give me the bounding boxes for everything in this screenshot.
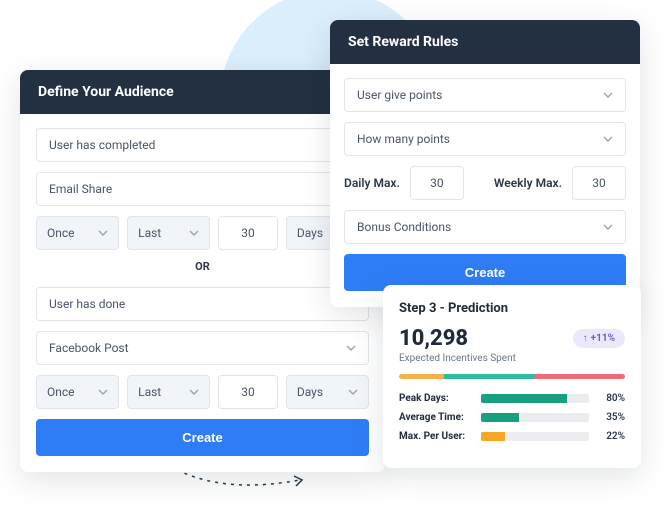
audience-action-select-1[interactable]: Email Share [36, 172, 369, 206]
metric-label: Peak Days: [399, 393, 473, 404]
metric-label: Average Time: [399, 412, 473, 423]
bonus-conditions-select[interactable]: Bonus Conditions [344, 210, 626, 244]
weekly-max-input[interactable]: 30 [572, 166, 626, 200]
metric-row: Max. Per User: 22% [399, 431, 625, 442]
select-value: How many points [357, 132, 450, 146]
daily-max-input[interactable]: 30 [410, 166, 464, 200]
or-divider: OR [36, 260, 369, 273]
gradient-bar [399, 374, 625, 379]
number-input[interactable]: 30 [218, 375, 278, 409]
prediction-title: Step 3 - Prediction [399, 301, 625, 316]
chevron-down-icon [603, 136, 613, 142]
audience-condition-select-2[interactable]: User has done [36, 287, 369, 321]
frequency-select[interactable]: Once [36, 216, 119, 250]
metrics-list: Peak Days: 80% Average Time: 35% Max. Per Us… [399, 393, 625, 442]
metric-label: Max. Per User: [399, 431, 473, 442]
chevron-down-icon [346, 345, 356, 351]
bar-fill [481, 432, 505, 441]
chevron-down-icon [98, 230, 108, 236]
metric-row: Average Time: 35% [399, 412, 625, 423]
chevron-down-icon [603, 224, 613, 230]
bar-fill [481, 394, 567, 403]
reward-amount-select[interactable]: How many points [344, 122, 626, 156]
metric-value: 22% [597, 431, 625, 442]
change-badge: ↑ +11% [573, 329, 625, 348]
select-value: User give points [357, 88, 442, 102]
chevron-down-icon [603, 92, 613, 98]
daily-max-label: Daily Max. [344, 176, 400, 190]
chevron-down-icon [189, 230, 199, 236]
audience-create-button[interactable]: Create [36, 419, 369, 456]
chevron-down-icon [348, 389, 358, 395]
metric-value: 35% [597, 412, 625, 423]
bar-fill [481, 413, 519, 422]
bar-track [481, 394, 589, 403]
chevron-down-icon [98, 389, 108, 395]
prediction-value: 10,298 [399, 326, 468, 351]
arrow-up-icon: ↑ [583, 333, 588, 344]
weekly-max-label: Weekly Max. [494, 176, 562, 190]
range-select[interactable]: Last [127, 375, 210, 409]
badge-value: +11% [591, 333, 615, 344]
audience-condition-select-1[interactable]: User has completed [36, 128, 369, 162]
audience-timing-row-2: Once Last 30 Days [36, 375, 369, 409]
select-value: Email Share [49, 182, 112, 196]
prediction-subtitle: Expected Incentives Spent [399, 353, 625, 364]
select-value: Facebook Post [49, 341, 129, 355]
select-value: User has done [49, 297, 125, 311]
reward-card: Set Reward Rules User give points How ma… [330, 20, 640, 307]
metric-row: Peak Days: 80% [399, 393, 625, 404]
reward-title: Set Reward Rules [330, 20, 640, 64]
audience-timing-row-1: Once Last 30 Days [36, 216, 369, 250]
frequency-select[interactable]: Once [36, 375, 119, 409]
audience-action-select-2[interactable]: Facebook Post [36, 331, 369, 365]
reward-limits-row: Daily Max. 30 Weekly Max. 30 [344, 166, 626, 200]
reward-type-select[interactable]: User give points [344, 78, 626, 112]
bar-track [481, 413, 589, 422]
range-select[interactable]: Last [127, 216, 210, 250]
select-value: Bonus Conditions [357, 220, 451, 234]
metric-value: 80% [597, 393, 625, 404]
select-value: User has completed [49, 138, 155, 152]
number-input[interactable]: 30 [218, 216, 278, 250]
bar-track [481, 432, 589, 441]
unit-select[interactable]: Days [286, 375, 369, 409]
prediction-card: Step 3 - Prediction 10,298 ↑ +11% Expect… [383, 285, 641, 468]
chevron-down-icon [189, 389, 199, 395]
